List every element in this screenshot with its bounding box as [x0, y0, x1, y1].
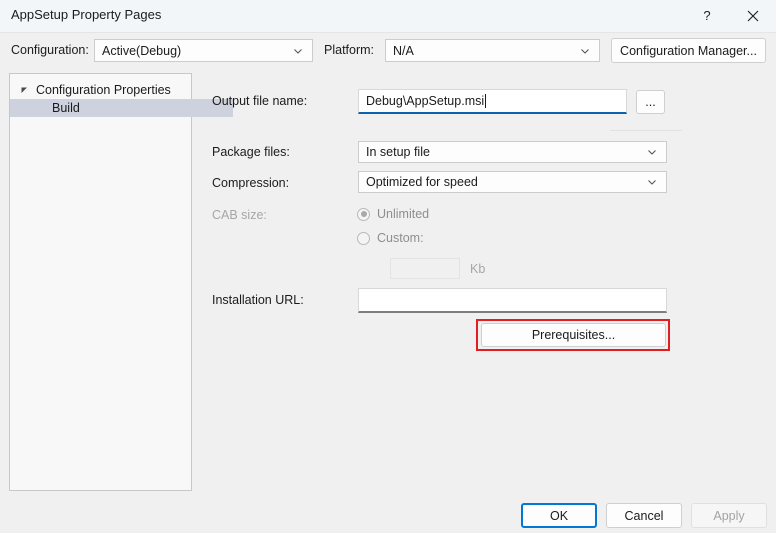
browse-output-file-button[interactable]: ...	[636, 90, 665, 114]
installation-url-input[interactable]	[358, 288, 667, 313]
expander-triangle-icon[interactable]	[20, 86, 30, 95]
tree-item-build[interactable]: Build	[10, 99, 233, 117]
output-file-name-value: Debug\AppSetup.msi	[366, 94, 485, 108]
ok-label: OK	[549, 508, 569, 523]
tree-item-label: Build	[52, 101, 80, 115]
output-file-name-input[interactable]: Debug\AppSetup.msi	[358, 89, 627, 114]
prerequisites-button[interactable]: Prerequisites...	[481, 323, 666, 347]
configuration-select[interactable]: Active(Debug)	[94, 39, 313, 62]
close-icon	[747, 10, 759, 22]
question-mark-icon: ?	[703, 8, 711, 23]
cancel-label: Cancel	[624, 508, 664, 523]
radio-unselected-icon	[357, 231, 370, 245]
installation-url-label: Installation URL:	[212, 293, 304, 307]
configuration-select-value: Active(Debug)	[102, 43, 182, 58]
cab-size-value-input[interactable]	[390, 258, 460, 279]
help-button[interactable]: ?	[684, 0, 730, 31]
apply-label: Apply	[713, 508, 745, 523]
cancel-button[interactable]: Cancel	[606, 503, 682, 528]
radio-selected-icon	[357, 207, 370, 221]
package-files-label: Package files:	[212, 145, 290, 159]
apply-button: Apply	[691, 503, 767, 528]
chevron-down-icon	[646, 146, 658, 158]
output-file-name-label: Output file name:	[212, 94, 308, 108]
platform-label: Platform:	[324, 43, 375, 57]
platform-select-value: N/A	[393, 43, 414, 58]
cab-size-unlimited-radio[interactable]: Unlimited	[357, 207, 429, 221]
chevron-down-icon	[292, 45, 304, 57]
compression-value: Optimized for speed	[366, 175, 478, 189]
chevron-down-icon	[646, 176, 658, 188]
cab-size-custom-label: Custom:	[377, 231, 424, 245]
ok-button[interactable]: OK	[521, 503, 597, 528]
chevron-down-icon	[579, 45, 591, 57]
close-button[interactable]	[730, 0, 776, 31]
package-files-value: In setup file	[366, 145, 430, 159]
window-title: AppSetup Property Pages	[11, 7, 162, 22]
prerequisites-label: Prerequisites...	[531, 328, 616, 342]
ellipsis-icon: ...	[645, 95, 656, 109]
compression-select[interactable]: Optimized for speed	[358, 171, 667, 193]
configuration-manager-button[interactable]: Configuration Manager...	[611, 38, 766, 63]
platform-select[interactable]: N/A	[385, 39, 600, 62]
cab-size-custom-radio[interactable]: Custom:	[357, 231, 424, 245]
tree-item-label: Configuration Properties	[36, 83, 171, 97]
divider	[610, 130, 682, 131]
configuration-manager-label: Configuration Manager...	[620, 43, 757, 58]
configuration-properties-tree[interactable]: Configuration Properties Build	[9, 73, 233, 491]
tree-item-configuration-properties[interactable]: Configuration Properties	[10, 81, 201, 99]
title-bar: AppSetup Property Pages ?	[0, 0, 776, 33]
cab-size-unit-label: Kb	[470, 262, 486, 276]
configuration-label: Configuration:	[11, 43, 89, 57]
cab-size-unlimited-label: Unlimited	[377, 207, 430, 221]
cab-size-label: CAB size:	[212, 208, 267, 222]
text-caret	[485, 94, 487, 108]
package-files-select[interactable]: In setup file	[358, 141, 667, 163]
compression-label: Compression:	[212, 176, 290, 190]
